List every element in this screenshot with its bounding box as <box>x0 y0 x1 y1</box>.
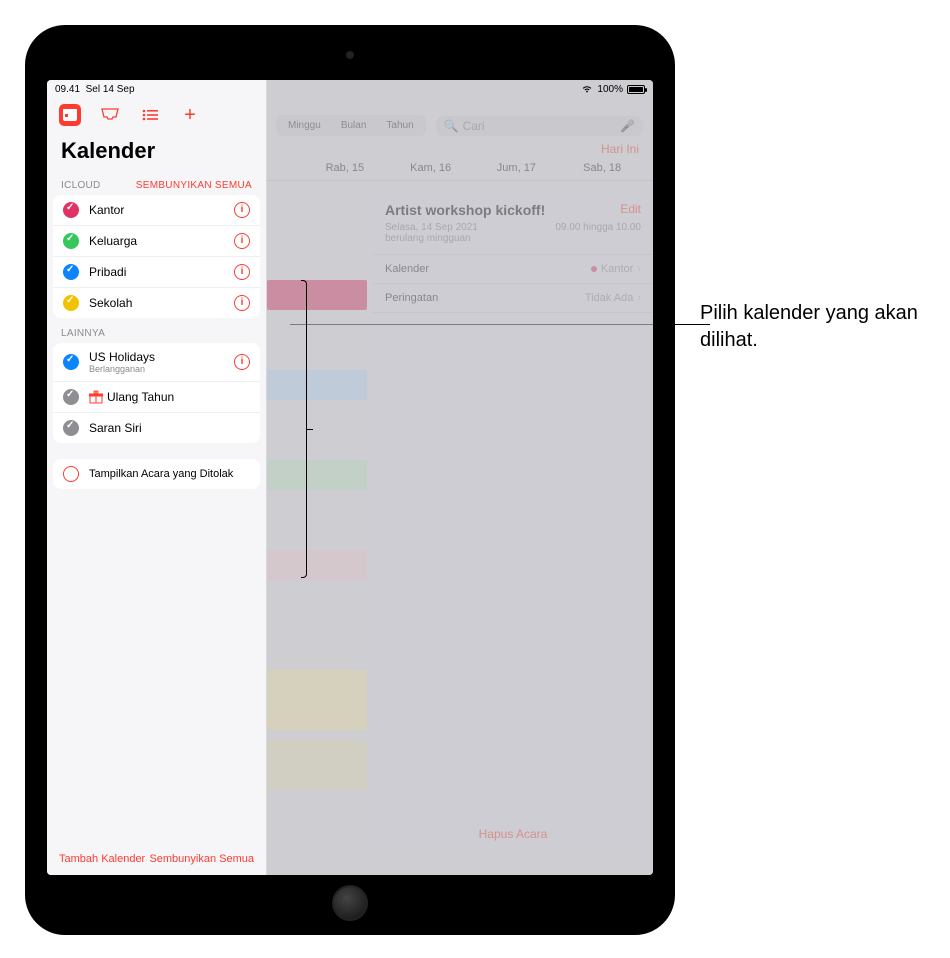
calendar-item-pribadi[interactable]: Pribadi i <box>53 257 260 288</box>
hide-all-button[interactable]: Sembunyikan Semua <box>149 853 254 865</box>
gift-icon <box>89 390 103 404</box>
wifi-icon <box>581 84 593 94</box>
calendar-label: Pribadi <box>89 265 234 279</box>
inbox-icon[interactable] <box>99 104 121 126</box>
calendar-item-birthday[interactable]: Ulang Tahun <box>53 382 260 413</box>
callout-text: Pilih kalender yang akan dilihat. <box>700 300 930 354</box>
screen: 09.41 Sel 14 Sep 100% Minggu Bulan <box>47 80 653 875</box>
checkbox-icon[interactable] <box>63 354 79 370</box>
sidebar-title: Kalender <box>47 132 266 172</box>
other-section-header: LAINNYA <box>61 328 105 339</box>
info-icon[interactable]: i <box>234 295 250 311</box>
calendar-item-sekolah[interactable]: Sekolah i <box>53 288 260 318</box>
checkbox-icon[interactable] <box>63 264 79 280</box>
checkbox-icon[interactable] <box>63 202 79 218</box>
list-icon[interactable] <box>139 104 161 126</box>
calendar-label: Keluarga <box>89 234 234 248</box>
home-button[interactable] <box>332 885 368 921</box>
hide-all-icloud-button[interactable]: SEMBUNYIKAN SEMUA <box>136 180 252 191</box>
checkbox-icon[interactable] <box>63 389 79 405</box>
other-calendar-list: US Holidays Berlangganan i Ulang Tahun S… <box>53 343 260 443</box>
info-icon[interactable]: i <box>234 233 250 249</box>
checkbox-empty-icon[interactable] <box>63 466 79 482</box>
camera-dot <box>346 51 354 59</box>
status-bar: 09.41 Sel 14 Sep 100% <box>47 80 653 98</box>
checkbox-icon[interactable] <box>63 233 79 249</box>
calendar-item-keluarga[interactable]: Keluarga i <box>53 226 260 257</box>
info-icon[interactable]: i <box>234 202 250 218</box>
annotation-bracket <box>293 280 307 578</box>
info-icon[interactable]: i <box>234 264 250 280</box>
battery-percent: 100% <box>597 84 623 95</box>
calendar-label: Kantor <box>89 203 234 217</box>
status-time-date: 09.41 Sel 14 Sep <box>55 84 135 95</box>
declined-events-list: Tampilkan Acara yang Ditolak <box>53 459 260 489</box>
ipad-frame: 09.41 Sel 14 Sep 100% Minggu Bulan <box>25 25 675 935</box>
checkbox-icon[interactable] <box>63 420 79 436</box>
icloud-calendar-list: Kantor i Keluarga i Pribadi i Sekolah i <box>53 195 260 318</box>
calendar-label: Saran Siri <box>89 421 250 435</box>
declined-label: Tampilkan Acara yang Ditolak <box>89 468 250 480</box>
status-date: Sel 14 Sep <box>86 84 135 95</box>
info-icon[interactable]: i <box>234 354 250 370</box>
calendar-item-kantor[interactable]: Kantor i <box>53 195 260 226</box>
calendar-view-icon[interactable] <box>59 104 81 126</box>
calendar-label: US Holidays <box>89 350 234 364</box>
show-declined-row[interactable]: Tampilkan Acara yang Ditolak <box>53 459 260 489</box>
calendar-label: Sekolah <box>89 296 234 310</box>
battery-icon <box>627 85 645 94</box>
calendar-label: Ulang Tahun <box>107 390 250 404</box>
icloud-section-header: ICLOUD <box>61 180 101 191</box>
add-icon[interactable]: + <box>179 104 201 126</box>
status-time: 09.41 <box>55 84 80 95</box>
checkbox-icon[interactable] <box>63 295 79 311</box>
add-calendar-button[interactable]: Tambah Kalender <box>59 853 145 865</box>
calendar-sublabel: Berlangganan <box>89 364 234 374</box>
calendars-sidebar: + Kalender ICLOUD SEMBUNYIKAN SEMUA Kant… <box>47 80 267 875</box>
calendar-item-siri[interactable]: Saran Siri <box>53 413 260 443</box>
calendar-item-holidays[interactable]: US Holidays Berlangganan i <box>53 343 260 382</box>
